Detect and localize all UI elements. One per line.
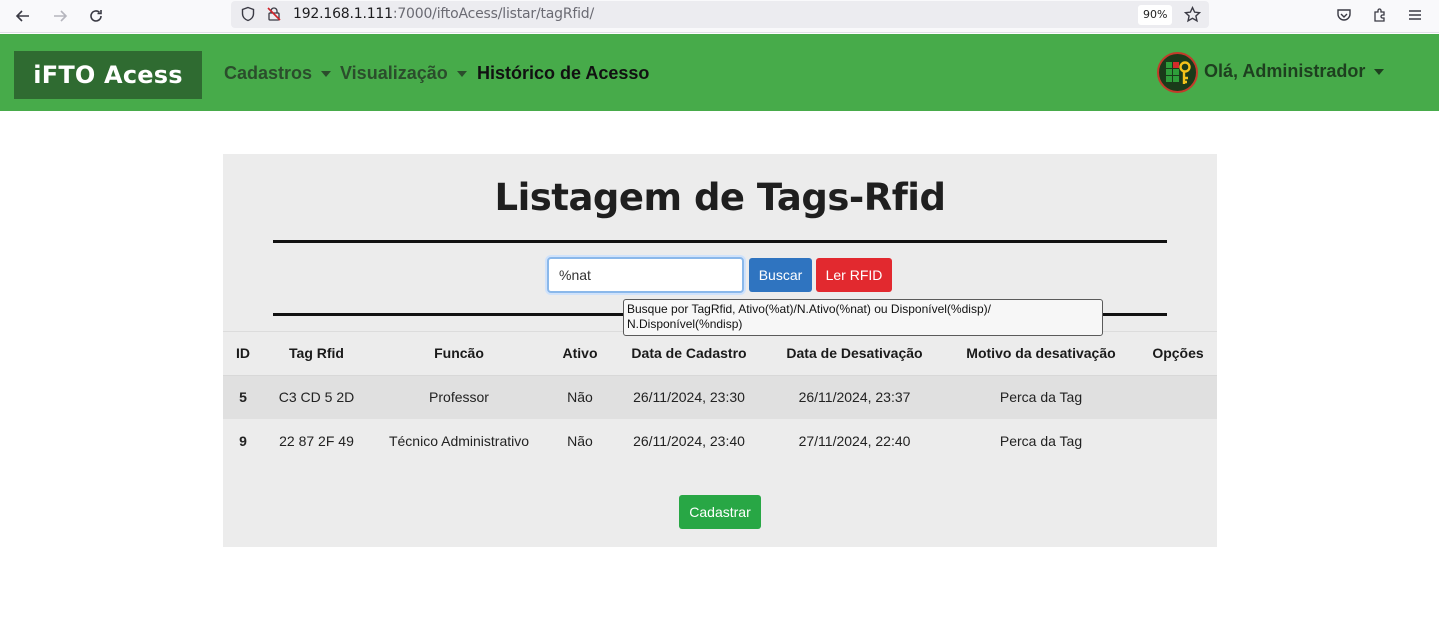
avatar[interactable] <box>1157 52 1198 93</box>
col-header-cadastro: Data de Cadastro <box>612 332 766 376</box>
caret-down-icon <box>456 70 467 77</box>
nav-visualizacao-dropdown[interactable]: Visualização <box>340 63 467 84</box>
col-header-motivo: Motivo da desativação <box>943 332 1139 376</box>
col-header-tag: Tag Rfid <box>263 332 370 376</box>
menu-icon[interactable] <box>1405 5 1425 25</box>
back-arrow-icon[interactable] <box>10 4 36 28</box>
buscar-button[interactable]: Buscar <box>749 258 812 292</box>
page-title: Listagem de Tags-Rfid <box>494 176 946 219</box>
app-navbar: iFTO Acess Cadastros Visualização Histór… <box>0 34 1439 111</box>
nav-historico-link[interactable]: Histórico de Acesso <box>477 63 649 84</box>
caret-down-icon <box>321 70 332 77</box>
insecure-lock-icon[interactable] <box>265 5 283 23</box>
user-menu-dropdown[interactable]: Olá, Administrador <box>1204 61 1385 82</box>
cell-opcoes <box>1139 375 1217 419</box>
cell-id: 9 <box>239 433 247 449</box>
shield-icon[interactable] <box>239 5 257 23</box>
caret-down-icon <box>1374 68 1385 75</box>
url-bar[interactable]: 192.168.1.111:7000/iftoAcess/listar/tagR… <box>231 1 1209 28</box>
cell-desativacao: 27/11/2024, 22:40 <box>798 433 911 449</box>
col-header-opcoes: Opções <box>1139 332 1217 376</box>
cell-ativo: Não <box>548 375 612 419</box>
bookmark-star-icon[interactable] <box>1183 5 1201 23</box>
reload-icon[interactable] <box>83 4 109 28</box>
cell-tag: C3 CD 5 2D <box>263 375 370 419</box>
cell-motivo: Perca da Tag <box>999 433 1083 449</box>
user-greeting: Olá, Administrador <box>1204 61 1366 81</box>
cell-id: 5 <box>223 375 263 419</box>
cell-funcao: Técnico Administrativo <box>388 433 530 449</box>
main-panel: Listagem de Tags-Rfid Buscar Ler RFID Bu… <box>223 154 1217 547</box>
forward-arrow-icon[interactable] <box>47 4 73 28</box>
cell-desativacao: 26/11/2024, 23:37 <box>766 375 943 419</box>
cell-funcao: Professor <box>370 375 548 419</box>
table-row: 5 C3 CD 5 2D Professor Não 26/11/2024, 2… <box>223 375 1217 419</box>
cell-opcoes <box>1139 419 1217 463</box>
url-host: 192.168.1.111 <box>293 6 393 22</box>
divider <box>273 240 1167 243</box>
nav-cadastros-dropdown[interactable]: Cadastros <box>224 63 332 84</box>
cadastrar-button[interactable]: Cadastrar <box>679 495 761 529</box>
browser-toolbar: 192.168.1.111:7000/iftoAcess/listar/tagR… <box>0 0 1439 33</box>
cell-cadastro: 26/11/2024, 23:40 <box>633 433 745 449</box>
cell-cadastro: 26/11/2024, 23:30 <box>612 375 766 419</box>
search-input[interactable] <box>547 257 744 293</box>
table-header-row: ID Tag Rfid Funcão Ativo Data de Cadastr… <box>223 332 1217 376</box>
zoom-badge[interactable]: 90% <box>1138 5 1173 25</box>
extensions-icon[interactable] <box>1370 5 1390 25</box>
brand-logo[interactable]: iFTO Acess <box>14 51 202 99</box>
cell-tag: 22 87 2F 49 <box>279 433 354 449</box>
url-text[interactable]: 192.168.1.111:7000/iftoAcess/listar/tagR… <box>293 6 594 22</box>
col-header-desativacao: Data de Desativação <box>766 332 943 376</box>
col-header-ativo: Ativo <box>548 332 612 376</box>
cell-motivo: Perca da Tag <box>943 375 1139 419</box>
nav-cadastros-label: Cadastros <box>224 63 313 83</box>
search-tooltip: Busque por TagRfid, Ativo(%at)/N.Ativo(%… <box>623 299 1103 336</box>
nav-visualizacao-label: Visualização <box>340 63 448 83</box>
url-path: :7000/iftoAcess/listar/tagRfid/ <box>392 6 594 22</box>
cell-ativo: Não <box>567 433 593 449</box>
ler-rfid-button[interactable]: Ler RFID <box>816 258 892 292</box>
user-avatar-icon <box>1166 61 1191 84</box>
col-header-funcao: Funcão <box>370 332 548 376</box>
pocket-icon[interactable] <box>1334 5 1354 25</box>
col-header-id: ID <box>223 332 263 376</box>
nav-historico-label: Histórico de Acesso <box>477 63 650 83</box>
table-row: 9 22 87 2F 49 Técnico Administrativo Não… <box>223 419 1217 463</box>
